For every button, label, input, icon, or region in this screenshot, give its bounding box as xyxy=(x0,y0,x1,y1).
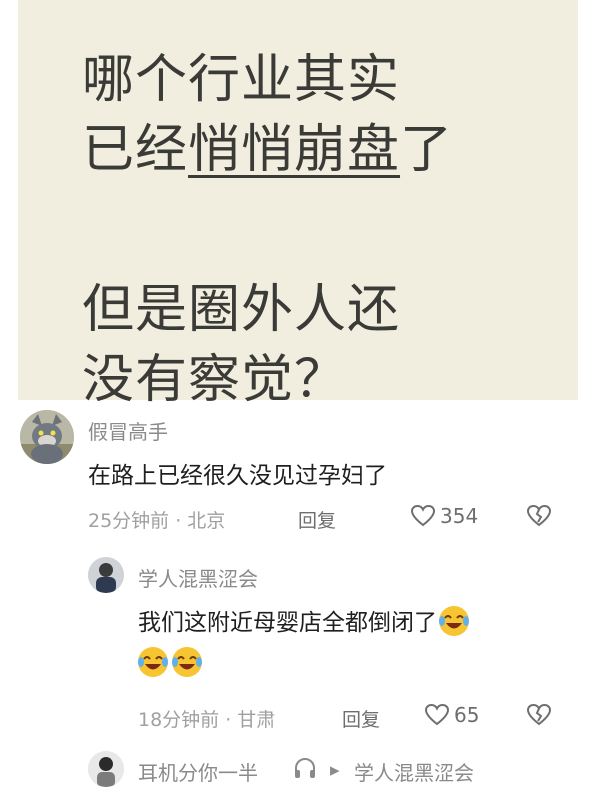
heart-icon xyxy=(424,703,450,726)
avatar[interactable] xyxy=(88,751,124,787)
person-avatar-icon xyxy=(88,751,124,787)
comment-time-location: 18分钟前 · 甘肃 xyxy=(138,709,276,731)
broken-heart-icon xyxy=(526,703,552,726)
poster-underlined-text: 悄悄崩盘 xyxy=(188,120,401,180)
avatar[interactable] xyxy=(88,557,124,593)
poster-line-1: 哪个行业其实 xyxy=(82,50,401,110)
like-count: 65 xyxy=(454,703,480,727)
comment-item: 假冒高手 在路上已经很久没见过孕妇了 25分钟前 · 北京 回复 354 xyxy=(0,400,600,540)
comment-text: 在路上已经很久没见过孕妇了 xyxy=(88,463,387,489)
crying-laughing-emoji-icon xyxy=(437,604,471,644)
cat-avatar-icon xyxy=(20,410,74,464)
poster-line-3: 但是圈外人还 xyxy=(82,280,401,340)
reply-comment-item: 耳机分你一半 ▸ 学人混黑涩会 xyxy=(0,745,600,800)
reply-comment-item: 学人混黑涩会 我们这附近母婴店全都倒闭了 18分钟前 · 甘肃 回复 65 xyxy=(0,545,600,740)
post-image[interactable]: 哪个行业其实 已经悄悄崩盘了 但是圈外人还 没有察觉？ xyxy=(0,0,600,410)
comment-username[interactable]: 假冒高手 xyxy=(88,416,168,445)
crying-laughing-emoji-icon xyxy=(170,645,204,685)
reply-button[interactable]: 回复 xyxy=(298,506,336,533)
poster-subheadline: 但是圈外人还 没有察觉？ xyxy=(82,275,400,415)
emoji-row xyxy=(136,645,204,685)
like-count: 354 xyxy=(440,504,479,528)
reply-button[interactable]: 回复 xyxy=(342,705,380,732)
like-button[interactable]: 65 xyxy=(424,703,479,727)
avatar[interactable] xyxy=(20,410,74,464)
dislike-button[interactable] xyxy=(526,504,552,532)
comment-time-location: 25分钟前 · 北京 xyxy=(88,510,226,532)
reply-arrow-icon: ▸ xyxy=(330,759,340,781)
person-avatar-icon xyxy=(88,557,124,593)
heart-icon xyxy=(410,504,436,527)
comment-text: 我们这附近母婴店全都倒闭了 xyxy=(138,603,471,644)
poster-line-2: 已经悄悄崩盘了 xyxy=(82,120,454,180)
headphones-icon xyxy=(292,755,318,786)
comment-username[interactable]: 耳机分你一半 xyxy=(138,757,258,786)
reply-to-username[interactable]: 学人混黑涩会 xyxy=(354,757,474,786)
crying-laughing-emoji-icon xyxy=(136,645,170,685)
dislike-button[interactable] xyxy=(526,703,552,731)
poster-headline: 哪个行业其实 已经悄悄崩盘了 xyxy=(82,45,453,185)
broken-heart-icon xyxy=(526,504,552,527)
like-button[interactable]: 354 xyxy=(410,504,478,528)
comment-username[interactable]: 学人混黑涩会 xyxy=(138,563,258,592)
